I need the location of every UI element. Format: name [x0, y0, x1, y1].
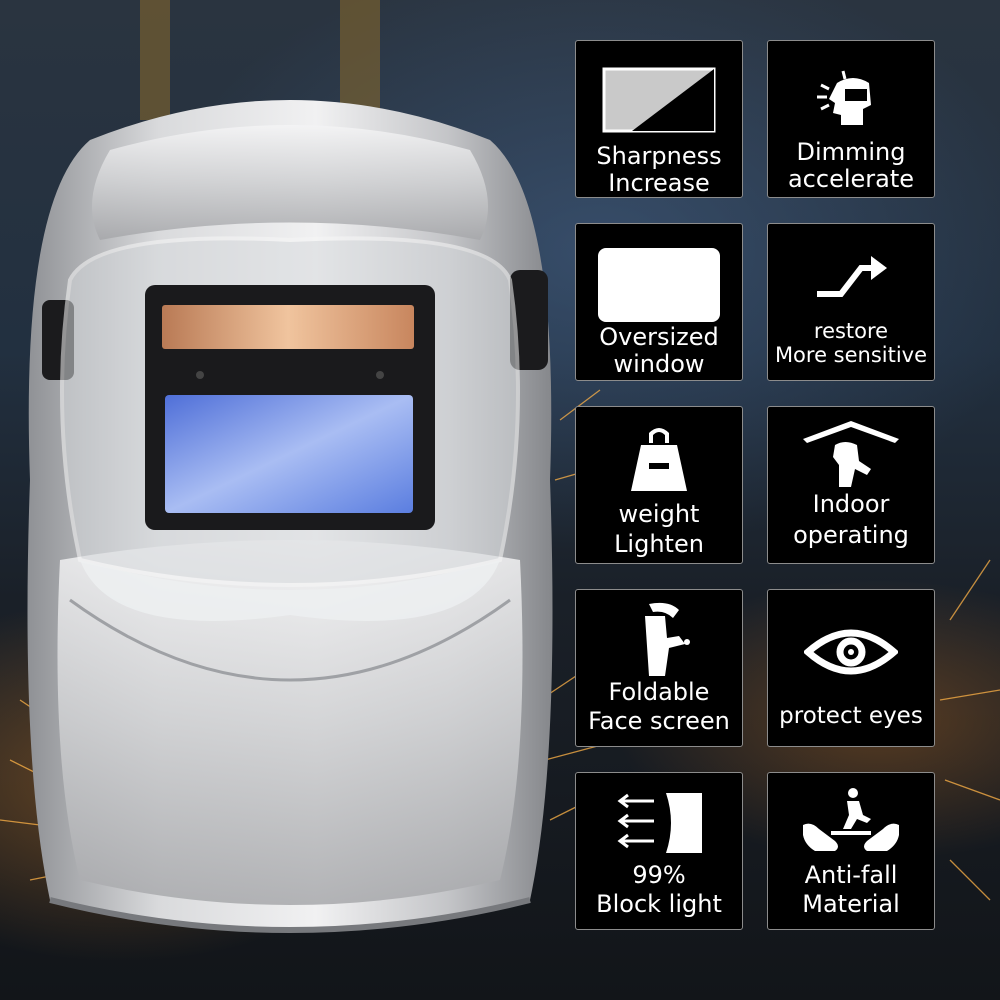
welding-helmet	[27, 100, 553, 933]
tile-caption-line: accelerate	[787, 164, 915, 193]
feature-tile-window: Oversized window	[575, 223, 743, 381]
tile-caption-line: Face screen	[588, 706, 730, 735]
feature-tile-restore: restore More sensitive	[767, 223, 935, 381]
foldable-mask-icon	[576, 598, 742, 678]
tile-caption-line: Material	[802, 889, 900, 918]
weight-icon	[576, 423, 742, 493]
tile-caption-line: Lighten	[614, 530, 704, 558]
tile-caption-line: Foldable	[608, 678, 710, 706]
tile-caption-line: More sensitive	[774, 342, 928, 367]
tile-caption-line: operating	[793, 521, 909, 550]
feature-tile-indoor: Indoor operating	[767, 406, 935, 564]
feature-tile-dimming: Dimming accelerate	[767, 40, 935, 198]
tile-caption-line: Dimming	[796, 138, 906, 166]
eye-icon	[768, 624, 934, 680]
tile-caption-line: Increase	[608, 168, 710, 197]
tile-caption-line: Anti-fall	[804, 861, 898, 889]
block-light-icon	[576, 791, 742, 855]
tile-caption-line: Oversized	[599, 323, 719, 351]
indoor-operating-icon	[768, 417, 934, 489]
tile-caption-line: 99%	[632, 861, 686, 889]
dimming-head-icon	[768, 69, 934, 133]
anti-fall-icon	[768, 785, 934, 855]
tile-caption-line: restore	[813, 319, 889, 343]
tile-caption-line: Indoor	[812, 490, 890, 518]
feature-tile-weight: weight Lighten	[575, 406, 743, 564]
feature-tile-anti-fall: Anti-fall Material	[767, 772, 935, 930]
feature-tile-block-light: 99% Block light	[575, 772, 743, 930]
feature-tile-sharpness: Sharpness Increase	[575, 40, 743, 198]
feature-tile-eyes: protect eyes	[767, 589, 935, 747]
sharpness-icon	[576, 67, 742, 133]
tile-caption-line: Sharpness	[596, 142, 722, 170]
tile-caption-line: Block light	[596, 889, 722, 918]
feature-tile-foldable: Foldable Face screen	[575, 589, 743, 747]
restore-arrow-icon	[768, 250, 934, 306]
oversized-window-icon	[576, 246, 742, 324]
tile-caption-line: protect eyes	[779, 703, 923, 729]
tile-caption-line: weight	[618, 500, 700, 528]
tile-caption-line: window	[613, 349, 705, 378]
